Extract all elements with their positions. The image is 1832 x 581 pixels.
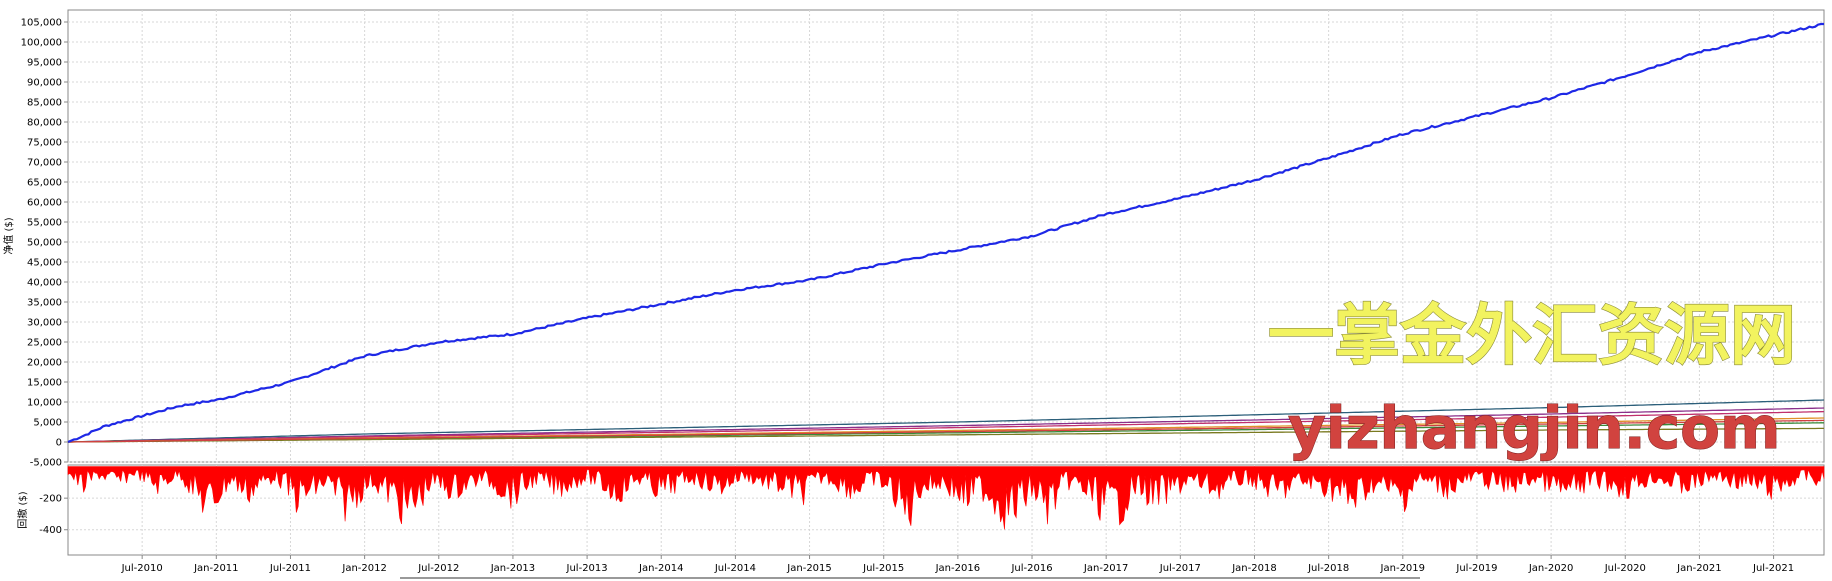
x-tick-label: Jul-2010	[121, 563, 163, 574]
x-tick-label: Jan-2020	[1528, 563, 1573, 574]
x-tick-label: Jul-2019	[1455, 563, 1497, 574]
drawdown-y-axis: -200 -400	[39, 494, 68, 536]
x-tick-label: Jan-2021	[1676, 563, 1721, 574]
equity-y-tick-label: 95,000	[27, 58, 62, 69]
x-tick-label: Jul-2011	[269, 563, 311, 574]
equity-chart: -5,000 0 5,000 10,000 15,000 20,000 25,000 30,0…	[2, 9, 1825, 579]
equity-y-tick-label: 80,000	[27, 118, 62, 129]
equity-y-tick-label: 105,000	[21, 18, 62, 29]
equity-y-tick-label: 5,000	[33, 418, 62, 429]
watermark-line2: yizhangjin.com	[1288, 394, 1780, 462]
x-tick-label: Jan-2019	[1380, 563, 1425, 574]
equity-y-tick-label: 45,000	[27, 258, 62, 269]
equity-y-tick-label: 40,000	[27, 278, 62, 289]
x-tick-label: Jul-2014	[714, 563, 756, 574]
x-tick-label: Jan-2015	[786, 563, 831, 574]
x-tick-label: Jul-2015	[862, 563, 904, 574]
x-tick-label: Jan-2016	[935, 563, 980, 574]
watermark-line1: 一掌金外汇资源网	[1268, 297, 1796, 374]
equity-y-tick-label: 85,000	[27, 98, 62, 109]
x-tick-label: Jan-2014	[638, 563, 683, 574]
equity-y-tick-label: 100,000	[21, 38, 62, 49]
x-axis: Jul-2010 Jan-2011 Jul-2011 Jan-2012 Jul-2012…	[121, 555, 1794, 574]
equity-y-tick-label: -5,000	[30, 458, 62, 469]
equity-y-tick-label: 30,000	[27, 318, 62, 329]
x-tick-label: Jul-2021	[1752, 563, 1794, 574]
x-tick-label: Jan-2011	[193, 563, 238, 574]
x-tick-label: Jul-2012	[417, 563, 459, 574]
equity-y-tick-label: 65,000	[27, 178, 62, 189]
x-tick-label: Jul-2020	[1604, 563, 1646, 574]
x-tick-label: Jul-2018	[1307, 563, 1349, 574]
equity-y-axis-label: 净值 ($)	[2, 217, 15, 254]
equity-y-tick-label: 70,000	[27, 158, 62, 169]
equity-y-tick-label: 50,000	[27, 238, 62, 249]
x-tick-label: Jul-2013	[566, 563, 608, 574]
equity-y-axis: -5,000 0 5,000 10,000 15,000 20,000 25,000 30,0…	[21, 18, 68, 469]
equity-y-tick-label: 0	[56, 438, 62, 449]
equity-y-tick-label: 90,000	[27, 78, 62, 89]
equity-y-tick-label: 15,000	[27, 378, 62, 389]
equity-y-tick-label: 60,000	[27, 198, 62, 209]
x-tick-label: Jul-2016	[1010, 563, 1052, 574]
x-tick-label: Jan-2013	[490, 563, 535, 574]
x-tick-label: Jul-2017	[1159, 563, 1201, 574]
drawdown-panel: -200 -400 Jul-2010 Jan-2011 Jul-2011 Jan-201…	[16, 464, 1825, 574]
x-tick-label: Jan-2018	[1231, 563, 1276, 574]
x-tick-label: Jan-2017	[1083, 563, 1128, 574]
equity-y-tick-label: 25,000	[27, 338, 62, 349]
equity-y-tick-label: 75,000	[27, 138, 62, 149]
equity-y-tick-label: 20,000	[27, 358, 62, 369]
drawdown-y-tick-label: -200	[39, 494, 62, 505]
equity-y-tick-label: 35,000	[27, 298, 62, 309]
x-tick-label: Jan-2012	[341, 563, 386, 574]
drawdown-y-tick-label: -400	[39, 525, 62, 536]
drawdown-y-axis-label: 回撤 ($)	[16, 491, 29, 528]
equity-y-tick-label: 10,000	[27, 398, 62, 409]
equity-y-tick-label: 55,000	[27, 218, 62, 229]
